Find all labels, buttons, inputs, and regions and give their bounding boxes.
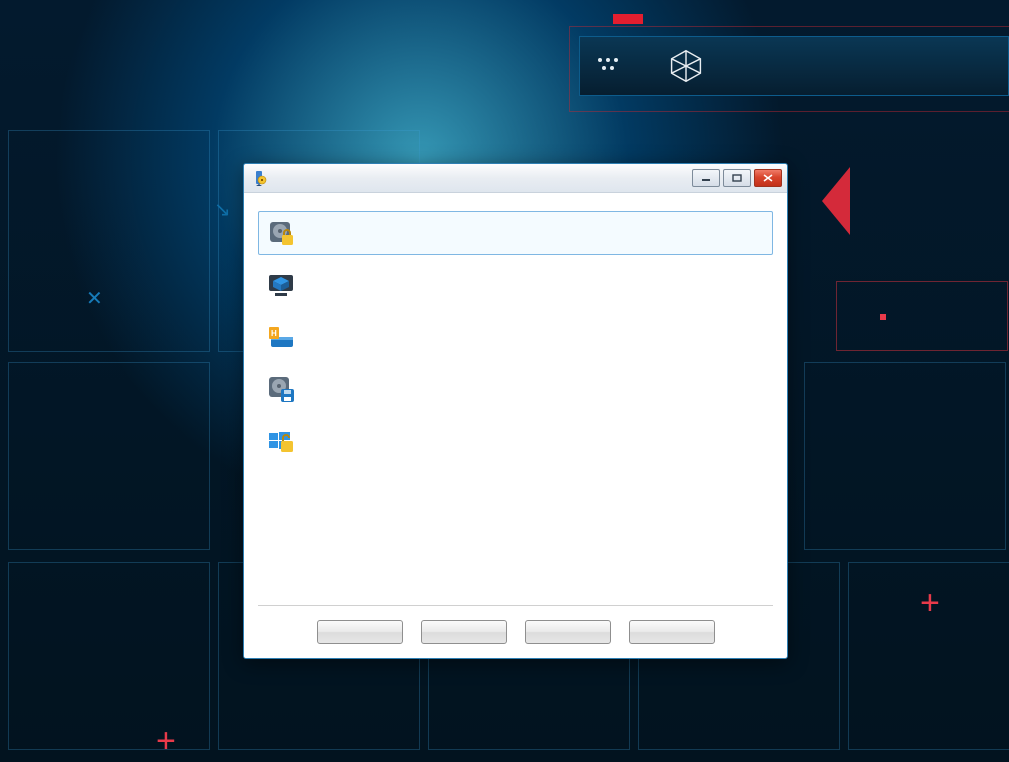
bg-grid [8,562,210,750]
maximize-button[interactable] [723,169,751,187]
help-button[interactable] [317,620,403,644]
hard-drive-lock-icon [267,219,295,247]
plus-icon: + [920,586,940,620]
down-left-arrow-icon: ↘ [214,197,231,222]
square-icon [880,314,886,320]
option-create-disk-image[interactable] [258,367,773,411]
plus-icon: + [156,724,176,758]
option-drive-encryption-keys[interactable] [258,211,773,255]
disk-save-icon [267,375,295,403]
brand-hex-icon [668,48,704,84]
brand-dots-icon [580,37,638,95]
desktop-background: ↘ ✕ + + [0,0,1009,762]
drive-copy-icon: H [267,323,295,351]
svg-text:H: H [271,329,277,338]
windows-unlock-icon [267,427,295,455]
brand-bar [579,36,1009,96]
bg-grid [836,281,1008,351]
close-button[interactable] [629,620,715,644]
option-encrypted-vm[interactable] [258,263,773,307]
brand-red-tab [613,14,643,24]
next-button [525,620,611,644]
monitor-cube-icon [267,271,295,299]
wizard-body: H [244,193,787,483]
brand-panel [579,32,1009,104]
title-bar[interactable] [244,164,787,193]
x-icon: ✕ [86,286,103,311]
wizard-footer [258,605,773,644]
minimize-button[interactable] [692,169,720,187]
close-window-button[interactable] [754,169,782,187]
bg-grid [8,130,210,352]
app-icon [251,170,267,186]
triangle-icon [822,167,850,235]
divider [258,605,773,606]
wizard-window: H [243,163,788,659]
option-unlock-bitlocker[interactable] [258,419,773,463]
bg-grid [804,362,1006,550]
bg-grid [8,362,210,550]
option-copy-hiberfil[interactable]: H [258,315,773,359]
back-button[interactable] [421,620,507,644]
